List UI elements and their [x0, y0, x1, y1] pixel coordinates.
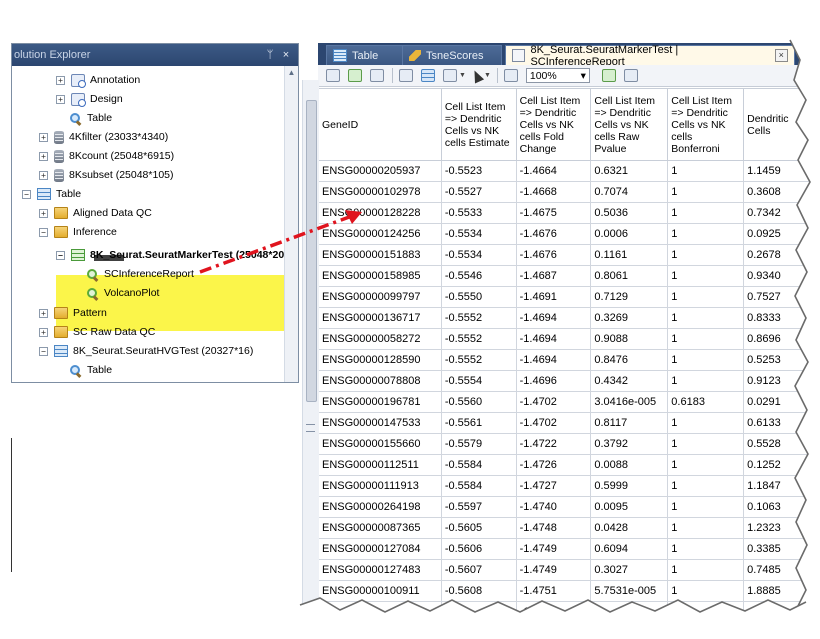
- arrow-line: [199, 214, 353, 274]
- annotation-arrow: [199, 210, 362, 274]
